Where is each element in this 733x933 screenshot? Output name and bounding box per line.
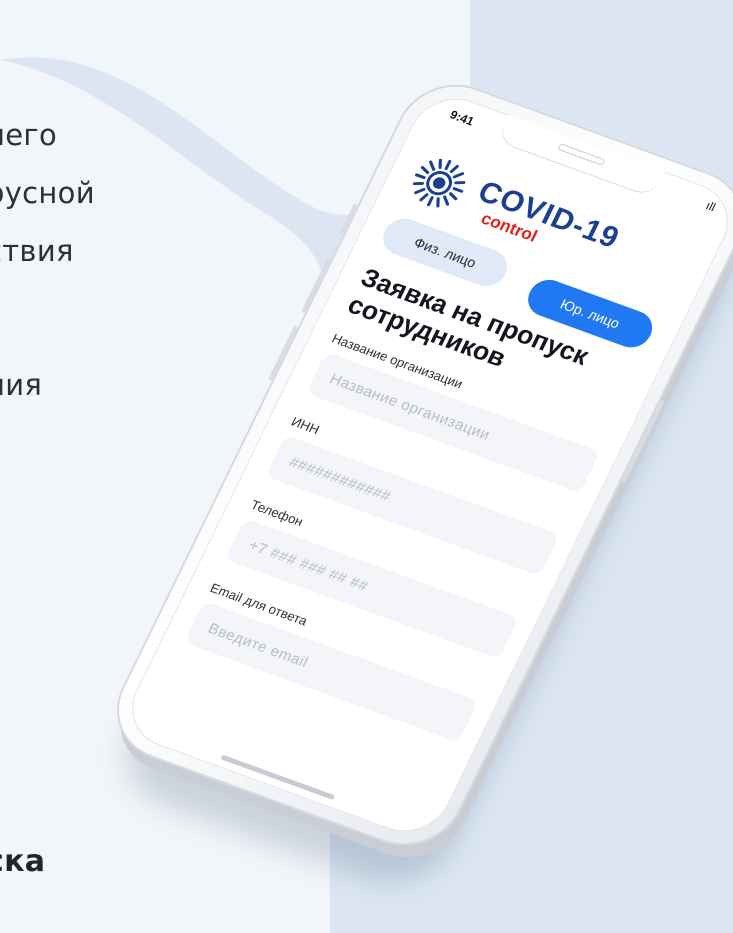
status-time: 9:41 xyxy=(447,107,477,129)
virus-sun-icon xyxy=(412,158,466,208)
speaker xyxy=(557,143,606,166)
signal-icon: ıll xyxy=(703,198,718,215)
